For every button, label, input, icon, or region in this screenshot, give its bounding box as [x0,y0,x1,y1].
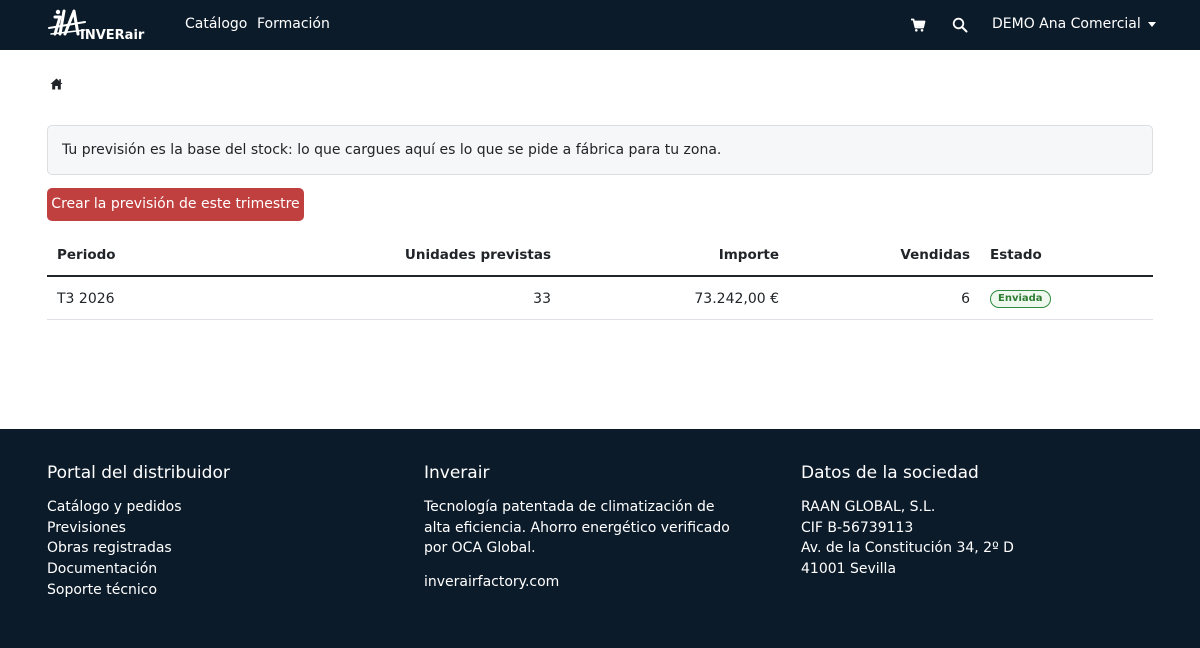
home-icon[interactable] [50,78,63,90]
footer-inverair-column: Inverair Tecnología patentada de climati… [424,463,764,593]
footer-website-link[interactable]: inverairfactory.com [424,572,764,593]
footer-company-name: RAAN GLOBAL, S.L. [801,499,936,515]
top-navbar: INVERair Catálogo Formación DEMO Ana Com… [0,0,1200,50]
footer-sociedad-title: Datos de la sociedad [801,463,979,483]
cell-vendidas: 6 [961,291,970,307]
header-importe: Importe [718,247,779,263]
brand-logo[interactable]: INVERair [47,8,159,42]
footer-link-catalogo[interactable]: Catálogo y pedidos [47,497,387,518]
nav-formacion[interactable]: Formación [257,16,330,32]
table-header: Periodo Unidades previstas Importe Vendi… [47,235,1153,277]
footer-portal-column: Portal del distribuidor Catálogo y pedid… [47,463,387,601]
cell-unidades: 33 [533,291,551,307]
info-alert-text: Tu previsión es la base del stock: lo qu… [62,142,722,158]
cell-periodo: T3 2026 [57,291,115,307]
info-alert: Tu previsión es la base del stock: lo qu… [47,125,1153,175]
footer-link-soporte[interactable]: Soporte técnico [47,580,387,601]
cart-icon[interactable] [910,17,926,33]
footer-inverair-title: Inverair [424,463,490,483]
footer-link-previsiones[interactable]: Previsiones [47,518,387,539]
user-menu-dropdown[interactable]: DEMO Ana Comercial [992,16,1156,32]
header-vendidas: Vendidas [900,247,970,263]
footer-portal-title: Portal del distribuidor [47,463,230,483]
footer-link-obras[interactable]: Obras registradas [47,538,387,559]
nav-catalogo[interactable]: Catálogo [185,16,247,32]
footer-company-cif: CIF B-56739113 [801,519,914,536]
header-periodo: Periodo [57,247,116,263]
footer-company-city: 41001 Sevilla [801,561,897,578]
footer-company-address: Av. de la Constitución 34, 2º D [801,540,1014,557]
status-badge: Enviada [990,290,1051,308]
svg-text:INVERair: INVERair [80,28,145,42]
footer-inverair-description: Tecnología patentada de climatización de… [424,499,730,557]
user-menu-label: DEMO Ana Comercial [992,16,1141,32]
create-forecast-button[interactable]: Crear la previsión de este trimestre [47,188,304,221]
footer-sociedad-column: Datos de la sociedad RAAN GLOBAL, S.L. C… [801,463,1141,580]
forecast-table: Periodo Unidades previstas Importe Vendi… [47,235,1153,320]
chevron-down-icon [1147,21,1156,27]
header-unidades: Unidades previstas [404,247,551,263]
footer-link-documentacion[interactable]: Documentación [47,559,387,580]
header-estado: Estado [990,247,1042,263]
site-footer: Portal del distribuidor Catálogo y pedid… [0,429,1200,648]
search-icon[interactable] [952,17,968,33]
cell-importe: 73.242,00 € [694,291,779,307]
table-row[interactable]: T3 2026 33 73.242,00 € 6 Enviada [47,277,1153,320]
